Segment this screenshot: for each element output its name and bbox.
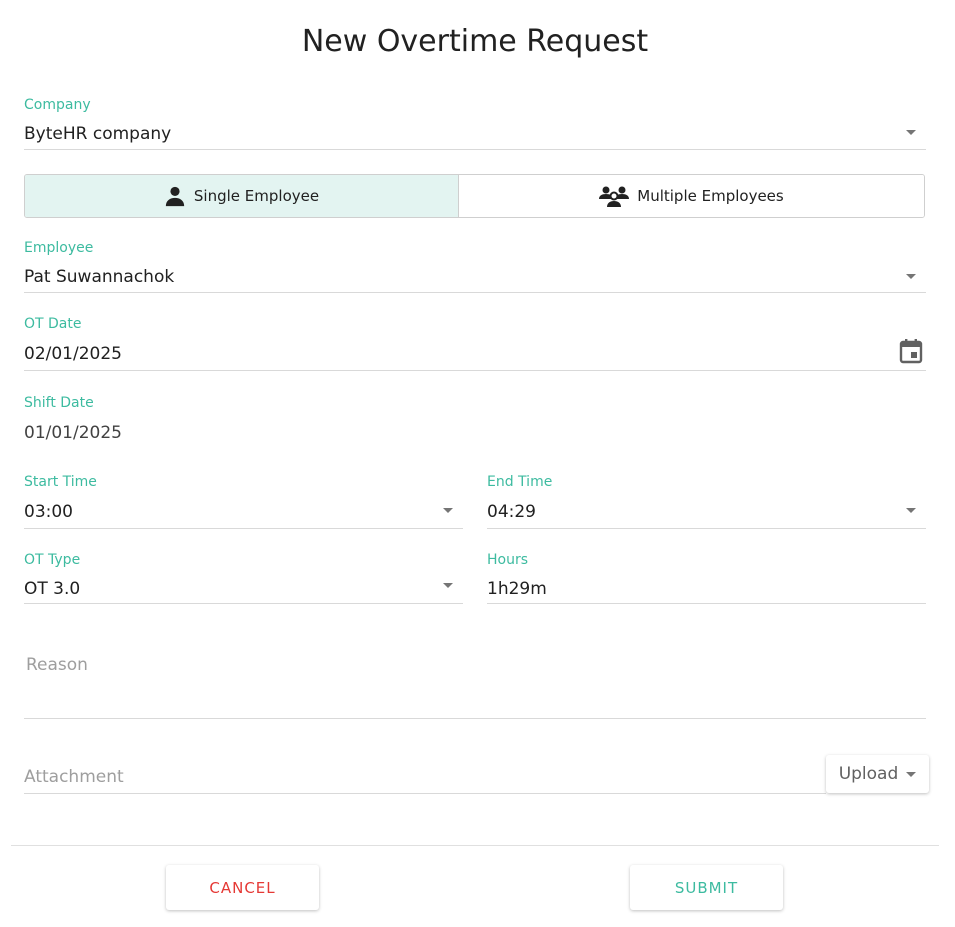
company-underline [24,149,926,150]
attachment-input[interactable]: Attachment [24,765,826,795]
ot-date-value: 02/01/2025 [24,344,122,364]
employee-underline [24,292,926,293]
hours-underline [487,603,926,604]
end-time-select[interactable]: End Time 04:29 [487,474,926,529]
ot-type-label: OT Type [24,552,81,568]
company-select[interactable]: Company ByteHR company [24,97,926,150]
person-icon [165,186,185,207]
employee-mode-toggle: Single Employee Multiple Employees [24,174,925,218]
shift-date-value: 01/01/2025 [24,423,122,443]
cancel-button[interactable]: CANCEL [166,865,319,910]
shift-date-label: Shift Date [24,395,94,411]
ot-date-label: OT Date [24,316,82,332]
ot-date-underline [24,370,926,371]
chevron-down-icon [906,274,916,279]
end-time-underline [487,528,926,529]
chevron-down-icon [906,771,917,777]
company-label: Company [24,97,91,113]
multiple-employees-label: Multiple Employees [637,187,784,205]
employee-label: Employee [24,240,94,256]
footer-divider [11,845,939,846]
shift-date-field: Shift Date 01/01/2025 [24,395,926,445]
chevron-down-icon [443,508,453,513]
reason-underline [24,718,926,719]
attachment-underline [24,793,826,794]
reason-placeholder: Reason [26,655,88,675]
start-time-select[interactable]: Start Time 03:00 [24,474,463,529]
reason-input[interactable]: Reason [24,652,926,719]
ot-type-value: OT 3.0 [24,579,81,599]
hours-value: 1h29m [487,579,547,599]
attachment-placeholder: Attachment [24,767,124,787]
single-employee-label: Single Employee [193,187,320,205]
single-employee-button[interactable]: Single Employee [25,175,459,217]
upload-label: Upload [838,764,899,784]
end-time-value: 04:29 [487,502,536,522]
employee-value: Pat Suwannachok [24,267,175,287]
multiple-employees-button[interactable]: Multiple Employees [459,175,924,217]
start-time-label: Start Time [24,474,97,490]
employee-select[interactable]: Employee Pat Suwannachok [24,240,926,293]
upload-button[interactable]: Upload [826,755,929,793]
start-time-value: 03:00 [24,502,73,522]
start-time-underline [24,528,463,529]
ot-date-field[interactable]: OT Date 02/01/2025 [24,316,926,372]
group-icon [599,186,630,207]
chevron-down-icon [906,130,916,135]
hours-label: Hours [487,552,529,568]
hours-field[interactable]: Hours 1h29m [487,552,926,604]
ot-type-underline [24,603,463,604]
page-title: New Overtime Request [301,24,649,59]
chevron-down-icon [443,583,453,588]
submit-button[interactable]: SUBMIT [630,865,783,910]
company-value: ByteHR company [24,124,172,144]
end-time-label: End Time [487,474,553,490]
ot-type-select[interactable]: OT Type OT 3.0 [24,552,463,604]
calendar-icon[interactable] [899,338,923,364]
chevron-down-icon [906,508,916,513]
